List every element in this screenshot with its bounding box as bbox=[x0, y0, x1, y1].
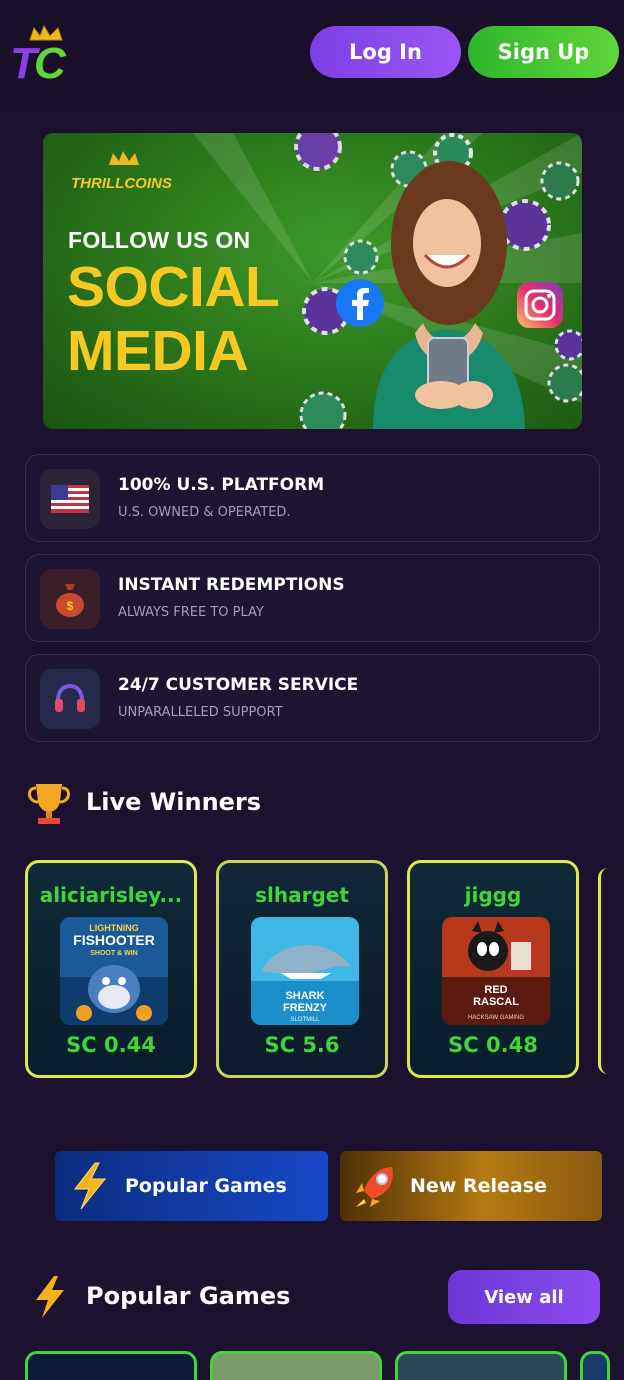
banner-follow-text: FOLLOW US ON bbox=[68, 227, 251, 253]
popular-games-title: Popular Games bbox=[86, 1282, 291, 1310]
logo[interactable]: T C bbox=[8, 22, 80, 88]
game-title-text: SHARK bbox=[285, 990, 324, 1002]
banner-media-text: MEDIA bbox=[67, 319, 249, 383]
banner-social-text: SOCIAL bbox=[67, 255, 280, 319]
trophy-icon bbox=[28, 784, 70, 824]
money-bag-icon: $ bbox=[40, 569, 100, 629]
winner-card[interactable]: aliciarisley... LIGHTNING FISHOOTER SHOO… bbox=[25, 860, 197, 1078]
banner-brand: THRILLCOINS bbox=[71, 175, 172, 192]
headset-icon bbox=[40, 669, 100, 729]
svg-text:C: C bbox=[34, 39, 67, 84]
game-thumbnail[interactable]: LIGHTNING FISHOOTER SHOOT & WIN bbox=[60, 917, 168, 1025]
game-title-text: FISHOOTER bbox=[73, 932, 155, 948]
rocket-icon bbox=[356, 1167, 393, 1207]
facebook-icon[interactable] bbox=[335, 278, 385, 328]
live-winners-title: Live Winners bbox=[86, 788, 262, 816]
game-card[interactable] bbox=[210, 1351, 382, 1380]
winner-name: aliciarisley... bbox=[39, 883, 183, 907]
us-flag-icon bbox=[40, 469, 100, 529]
feature-title: 24/7 CUSTOMER SERVICE bbox=[118, 675, 359, 695]
winner-amount: SC 0.44 bbox=[66, 1033, 156, 1057]
game-title-text: RASCAL bbox=[473, 996, 519, 1008]
lightning-icon bbox=[36, 1276, 64, 1318]
feature-subtitle: UNPARALLELED SUPPORT bbox=[118, 705, 283, 720]
instagram-icon[interactable] bbox=[516, 281, 564, 329]
promo-banner[interactable]: THRILLCOINS FOLLOW US ON SOCIAL MEDIA bbox=[43, 133, 582, 429]
lightning-icon bbox=[73, 1162, 107, 1210]
category-popular-games[interactable]: Popular Games bbox=[55, 1151, 328, 1221]
game-card[interactable] bbox=[395, 1351, 567, 1380]
feature-instant-redemptions: $ INSTANT REDEMPTIONS ALWAYS FREE TO PLA… bbox=[25, 554, 600, 642]
banner-brand-thrill: THRILL bbox=[71, 175, 125, 192]
winner-card[interactable]: jiggg RED RASCAL HACKSAW GAMING SC 0.48 bbox=[407, 860, 579, 1078]
category-new-release[interactable]: New Release bbox=[340, 1151, 602, 1221]
category-label: New Release bbox=[410, 1175, 547, 1197]
game-provider-text: HACKSAW GAMING bbox=[468, 1015, 524, 1021]
feature-subtitle: ALWAYS FREE TO PLAY bbox=[118, 605, 264, 620]
game-thumbnail[interactable]: SHARK FRENZY SLOTMILL bbox=[251, 917, 359, 1025]
banner-brand-coins: COINS bbox=[124, 175, 172, 192]
feature-subtitle: U.S. OWNED & OPERATED. bbox=[118, 505, 291, 520]
game-card[interactable] bbox=[25, 1351, 197, 1380]
winner-card[interactable]: slharget SHARK FRENZY SLOTMILL SC 5.6 bbox=[216, 860, 388, 1078]
header: T C Log In Sign Up bbox=[0, 0, 624, 106]
game-provider-text: SLOTMILL bbox=[290, 1017, 320, 1023]
feature-title: INSTANT REDEMPTIONS bbox=[118, 575, 345, 595]
svg-text:$: $ bbox=[67, 599, 74, 613]
game-title-text: FRENZY bbox=[283, 1002, 328, 1014]
game-title-text: RED bbox=[484, 984, 507, 996]
feature-title: 100% U.S. PLATFORM bbox=[118, 475, 325, 495]
feature-us-platform: 100% U.S. PLATFORM U.S. OWNED & OPERATED… bbox=[25, 454, 600, 542]
game-title-text: SHOOT & WIN bbox=[90, 950, 137, 957]
game-card[interactable] bbox=[580, 1351, 610, 1380]
view-all-button[interactable]: View all bbox=[448, 1270, 600, 1324]
winner-amount: SC 5.6 bbox=[264, 1033, 340, 1057]
signup-button[interactable]: Sign Up bbox=[468, 26, 619, 78]
winner-name: jiggg bbox=[464, 883, 522, 907]
game-thumbnail[interactable]: RED RASCAL HACKSAW GAMING bbox=[442, 917, 550, 1025]
category-label: Popular Games bbox=[125, 1175, 287, 1197]
login-button[interactable]: Log In bbox=[310, 26, 461, 78]
winner-amount: SC 0.48 bbox=[448, 1033, 538, 1057]
feature-customer-service: 24/7 CUSTOMER SERVICE UNPARALLELED SUPPO… bbox=[25, 654, 600, 742]
winner-name: slharget bbox=[255, 883, 349, 907]
winner-card-peek[interactable] bbox=[598, 868, 608, 1074]
